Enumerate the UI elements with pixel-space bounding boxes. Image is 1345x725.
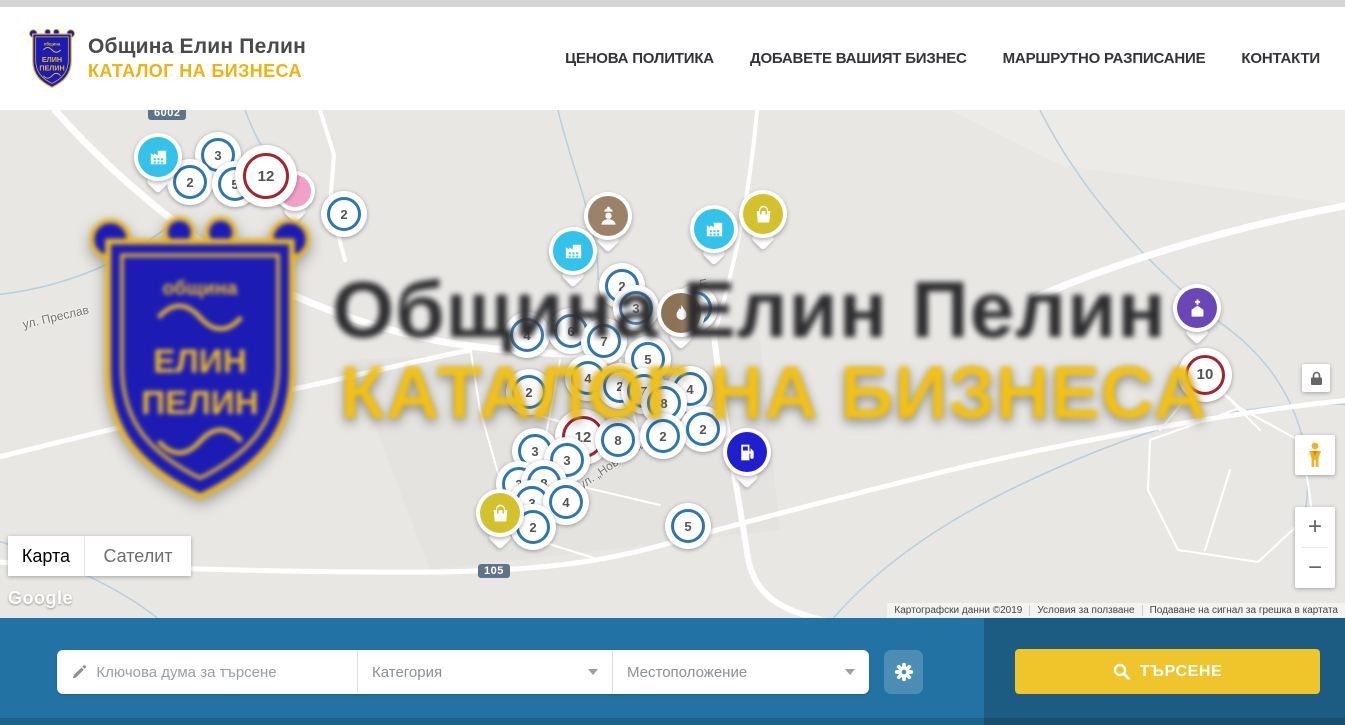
factory-icon	[694, 209, 734, 249]
bottom-shade	[0, 718, 1345, 725]
fuel-pump-icon	[727, 432, 767, 472]
gear-icon	[893, 661, 915, 683]
municipality-crest-logo: община ЕЛИН ПЕЛИН	[28, 28, 76, 90]
search-icon	[1113, 663, 1130, 680]
map-canvas[interactable]: 6002105ул. Преславбул. „Новоселци"ци3251…	[0, 110, 1345, 618]
cluster-marker[interactable]: 2	[506, 369, 552, 415]
zoom-in-button[interactable]: +	[1295, 507, 1335, 547]
chevron-down-icon	[588, 669, 598, 675]
svg-text:община: община	[44, 41, 61, 46]
padlock-icon	[1310, 371, 1323, 386]
cluster-marker[interactable]: 4	[504, 312, 550, 358]
church-icon	[1177, 288, 1217, 328]
map-view-button[interactable]: Карта	[8, 536, 85, 576]
site-subtitle: КАТАЛОГ НА БИЗНЕСА	[88, 61, 306, 82]
business-pin-church-icon[interactable]	[1173, 284, 1221, 332]
map-type-control: Карта Сателит	[8, 536, 191, 576]
road-number-label: 105	[478, 564, 510, 578]
satellite-view-button[interactable]: Сателит	[85, 536, 191, 576]
cluster-marker[interactable]: 12	[235, 145, 297, 207]
nav-add-your-business[interactable]: ДОБАВЕТЕ ВАШИЯТ БИЗНЕС	[750, 50, 967, 67]
road-number-label: 6002	[148, 110, 186, 120]
location-select-value: Местоположение	[627, 664, 747, 681]
business-pin-shopping-bag-icon[interactable]	[476, 489, 524, 537]
terms-of-use-link[interactable]: Условия за ползване	[1029, 605, 1141, 616]
nav-contacts[interactable]: КОНТАКТИ	[1241, 50, 1320, 67]
svg-text:ЕЛИН: ЕЛИН	[42, 54, 62, 63]
search-bar: Категория Местоположение	[0, 618, 1345, 725]
location-select[interactable]: Местоположение	[612, 650, 869, 694]
zoom-out-button[interactable]: −	[1295, 548, 1335, 588]
pencil-icon	[71, 664, 86, 681]
flame-icon	[661, 293, 701, 333]
factory-icon	[138, 137, 178, 177]
business-pin-shopping-bag-icon[interactable]	[739, 190, 787, 238]
search-submit-label: ТЪРСЕНЕ	[1140, 663, 1223, 681]
header: община ЕЛИН ПЕЛИН Община Елин Пелин КАТА…	[0, 7, 1345, 110]
business-pin-factory-icon[interactable]	[549, 227, 597, 275]
cluster-marker[interactable]: 8	[595, 417, 641, 463]
search-fields: Категория Местоположение	[57, 650, 869, 694]
report-map-error-link[interactable]: Подаване на сигнал за грешка в картата	[1142, 605, 1345, 616]
main-nav: ЦЕНОВА ПОЛИТИКА ДОБАВЕТЕ ВАШИЯТ БИЗНЕС М…	[565, 50, 1320, 67]
map-data-copyright: Картографски данни ©2019	[887, 605, 1029, 616]
cluster-marker[interactable]: 10	[1178, 348, 1232, 402]
shopping-bag-icon	[480, 493, 520, 533]
category-select-value: Категория	[372, 664, 442, 681]
business-pin-factory-icon[interactable]	[134, 133, 182, 181]
business-pin-fuel-pump-icon[interactable]	[723, 428, 771, 476]
map-attribution: Картографски данни ©2019 Условия за полз…	[887, 603, 1345, 618]
chevron-down-icon	[845, 669, 855, 675]
page: община ЕЛИН ПЕЛИН Община Елин Пелин КАТА…	[0, 0, 1345, 725]
advanced-options-button[interactable]	[884, 650, 923, 694]
pegman-icon	[1305, 442, 1325, 468]
nav-pricing-policy[interactable]: ЦЕНОВА ПОЛИТИКА	[565, 50, 714, 67]
lock-button[interactable]	[1302, 364, 1330, 392]
cluster-marker[interactable]: 2	[321, 191, 367, 237]
search-submit-button[interactable]: ТЪРСЕНЕ	[1015, 649, 1320, 694]
cluster-marker[interactable]: 2	[680, 406, 726, 452]
business-pin-flame-icon[interactable]	[657, 289, 705, 337]
site-title: Община Елин Пелин	[88, 35, 306, 59]
brand[interactable]: община ЕЛИН ПЕЛИН Община Елин Пелин КАТА…	[28, 28, 306, 90]
shopping-bag-icon	[743, 194, 783, 234]
zoom-control: + −	[1295, 507, 1335, 588]
cluster-marker[interactable]: 5	[665, 503, 711, 549]
google-logo[interactable]: Google	[8, 588, 73, 609]
category-select[interactable]: Категория	[357, 650, 612, 694]
business-pin-factory-icon[interactable]	[690, 205, 738, 253]
street-view-pegman-button[interactable]	[1295, 435, 1335, 475]
cluster-marker[interactable]: 2	[640, 413, 686, 459]
keyword-field[interactable]	[57, 650, 357, 694]
svg-text:ПЕЛИН: ПЕЛИН	[39, 63, 64, 72]
nav-route-schedule[interactable]: МАРШРУТНО РАЗПИСАНИЕ	[1003, 50, 1206, 67]
factory-icon	[553, 231, 593, 271]
top-strip	[0, 0, 1345, 7]
keyword-search-input[interactable]	[96, 664, 343, 681]
